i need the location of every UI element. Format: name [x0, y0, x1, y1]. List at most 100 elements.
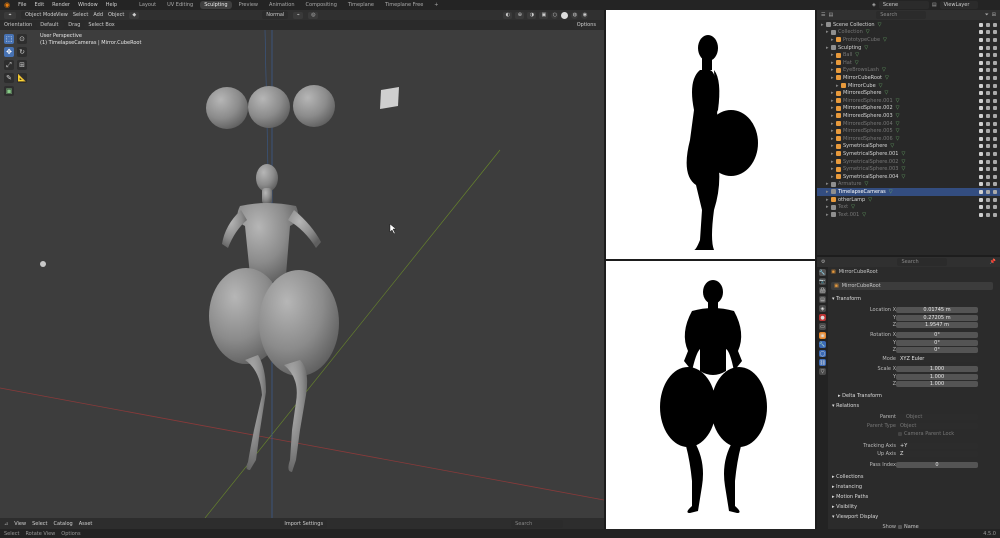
checkbox-icon[interactable] [979, 136, 983, 141]
modifier-icon[interactable]: ▽ [896, 136, 900, 142]
camera-icon[interactable] [993, 197, 997, 202]
reference-side-view[interactable] [606, 10, 815, 259]
checkbox-icon[interactable] [979, 37, 983, 42]
move-tool-icon[interactable]: ✥ [4, 47, 14, 57]
expand-arrow-icon[interactable]: ▸ [831, 113, 835, 119]
modifier-icon[interactable]: ▽ [901, 151, 905, 157]
eye-icon[interactable] [986, 212, 990, 217]
checkbox-icon[interactable] [979, 30, 983, 35]
tab-uv-editing[interactable]: UV Editing [163, 1, 197, 9]
expand-arrow-icon[interactable]: ▸ [831, 151, 835, 157]
camera-icon[interactable] [993, 75, 997, 80]
expand-arrow-icon[interactable]: ▸ [831, 136, 835, 142]
camera-icon[interactable] [993, 106, 997, 111]
blender-logo-icon[interactable]: ◉ [4, 1, 10, 9]
outliner-row[interactable]: ▸ SymetricalSphere.001 ▽ [817, 150, 1000, 158]
modifier-icon[interactable]: ▽ [890, 143, 894, 149]
tab-timeplane-free[interactable]: Timeplane Free [381, 1, 427, 9]
camera-icon[interactable] [993, 68, 997, 73]
scale-tool-icon[interactable]: ⤢ [4, 60, 14, 70]
camera-icon[interactable] [993, 182, 997, 187]
modifier-icon[interactable]: ▽ [885, 90, 889, 96]
render-shading-icon[interactable]: ◉ [581, 11, 589, 19]
menu-render[interactable]: Render [52, 2, 70, 8]
expand-arrow-icon[interactable]: ▸ [826, 181, 830, 187]
expand-arrow-icon[interactable]: ▸ [826, 29, 830, 35]
expand-arrow-icon[interactable]: ▸ [831, 98, 835, 104]
rotation-x-field[interactable]: 0° [896, 331, 978, 338]
eye-icon[interactable] [986, 106, 990, 111]
outliner-row[interactable]: ▸ MirroredSphere ▽ [817, 89, 1000, 97]
transform-orientation-dropdown[interactable]: Normal [262, 11, 289, 19]
menu-help[interactable]: Help [106, 2, 117, 8]
checkbox-icon[interactable] [979, 22, 983, 27]
import-settings-dropdown[interactable]: Import Settings [280, 519, 328, 528]
tab-animation[interactable]: Animation [265, 1, 299, 9]
asset-menu-view[interactable]: View [14, 521, 26, 527]
modifier-icon[interactable]: ▽ [889, 189, 893, 195]
checkbox-icon[interactable] [979, 121, 983, 126]
eye-icon[interactable] [986, 75, 990, 80]
view-layer-tab-icon[interactable]: ▤ [819, 296, 826, 303]
camera-icon[interactable] [993, 167, 997, 172]
checkbox-icon[interactable] [979, 174, 983, 179]
expand-arrow-icon[interactable]: ▸ [831, 60, 835, 66]
expand-arrow-icon[interactable]: ▸ [836, 83, 840, 89]
orientation-dropdown[interactable]: Default [36, 21, 65, 29]
tab-layout[interactable]: Layout [135, 1, 160, 9]
outliner-row[interactable]: ▸ Ball ▽ [817, 51, 1000, 59]
checkbox-icon[interactable] [979, 45, 983, 50]
asset-search-input[interactable]: Search [511, 519, 564, 528]
checkbox-icon[interactable] [979, 91, 983, 96]
camera-icon[interactable] [993, 121, 997, 126]
outliner-row[interactable]: ▸ Sculpting ▽ [817, 44, 1000, 52]
location-z-field[interactable]: 1.9547 m [896, 321, 978, 328]
filter-icon[interactable]: ⏷ [985, 12, 989, 18]
expand-arrow-icon[interactable]: ▸ [831, 159, 835, 165]
camera-icon[interactable] [993, 113, 997, 118]
outliner-row[interactable]: ▸ MirroredSphere.004 ▽ [817, 120, 1000, 128]
checkbox-icon[interactable] [979, 98, 983, 103]
viewport-3d[interactable]: User Perspective (1) TimelapseCameras | … [0, 30, 604, 518]
viewport-menu-view[interactable]: View [56, 12, 68, 18]
outliner-row[interactable]: ▸ PrototypeCube ▽ [817, 36, 1000, 44]
scale-y-field[interactable]: 1.000 [896, 373, 978, 380]
drag-dropdown[interactable]: Select Box [84, 21, 115, 29]
outliner-row[interactable]: ▸ SymetricalSphere.002 ▽ [817, 158, 1000, 166]
eye-icon[interactable] [986, 167, 990, 172]
eye-icon[interactable] [986, 83, 990, 88]
measure-tool-icon[interactable]: 📐 [17, 73, 27, 83]
up-axis-dropdown[interactable]: Z [896, 450, 978, 457]
motion-paths-panel-header[interactable]: ▸ Motion Paths [832, 494, 868, 500]
modifier-tab-icon[interactable]: 🔧 [819, 341, 826, 348]
modifier-icon[interactable]: ▽ [851, 204, 855, 210]
expand-arrow-icon[interactable]: ▸ [831, 105, 835, 111]
eye-icon[interactable] [986, 136, 990, 141]
checkbox-icon[interactable] [979, 68, 983, 73]
outliner-row[interactable]: ▸ MirroredSphere.005 ▽ [817, 127, 1000, 135]
rotate-tool-icon[interactable]: ↻ [17, 47, 27, 57]
eye-icon[interactable] [986, 30, 990, 35]
display-mode-icon[interactable]: ▤ [828, 12, 833, 18]
eye-icon[interactable] [986, 129, 990, 134]
gizmo-toggle-icon[interactable]: ⊕ [515, 11, 525, 19]
scene-field[interactable]: Scene [878, 1, 929, 9]
asset-menu-catalog[interactable]: Catalog [54, 521, 73, 527]
camera-icon[interactable] [993, 91, 997, 96]
checkbox-icon[interactable] [979, 129, 983, 134]
outliner-row[interactable]: ▸ Text.001 ▽ [817, 211, 1000, 219]
modifier-icon[interactable]: ▽ [896, 121, 900, 127]
expand-arrow-icon[interactable]: ▸ [826, 212, 830, 218]
snap-icon[interactable]: ⌁ [293, 11, 304, 19]
camera-icon[interactable] [993, 136, 997, 141]
checkbox-icon[interactable] [979, 106, 983, 111]
camera-icon[interactable] [993, 83, 997, 88]
expand-arrow-icon[interactable]: ▸ [831, 52, 835, 58]
camera-icon[interactable] [993, 205, 997, 210]
solid-shading-icon[interactable] [561, 11, 569, 19]
camera-icon[interactable] [993, 98, 997, 103]
constraint-tab-icon[interactable]: ⛓ [819, 359, 826, 366]
modifier-icon[interactable]: ▽ [882, 67, 886, 73]
modifier-icon[interactable]: ▽ [879, 83, 883, 89]
menu-file[interactable]: File [18, 2, 26, 8]
